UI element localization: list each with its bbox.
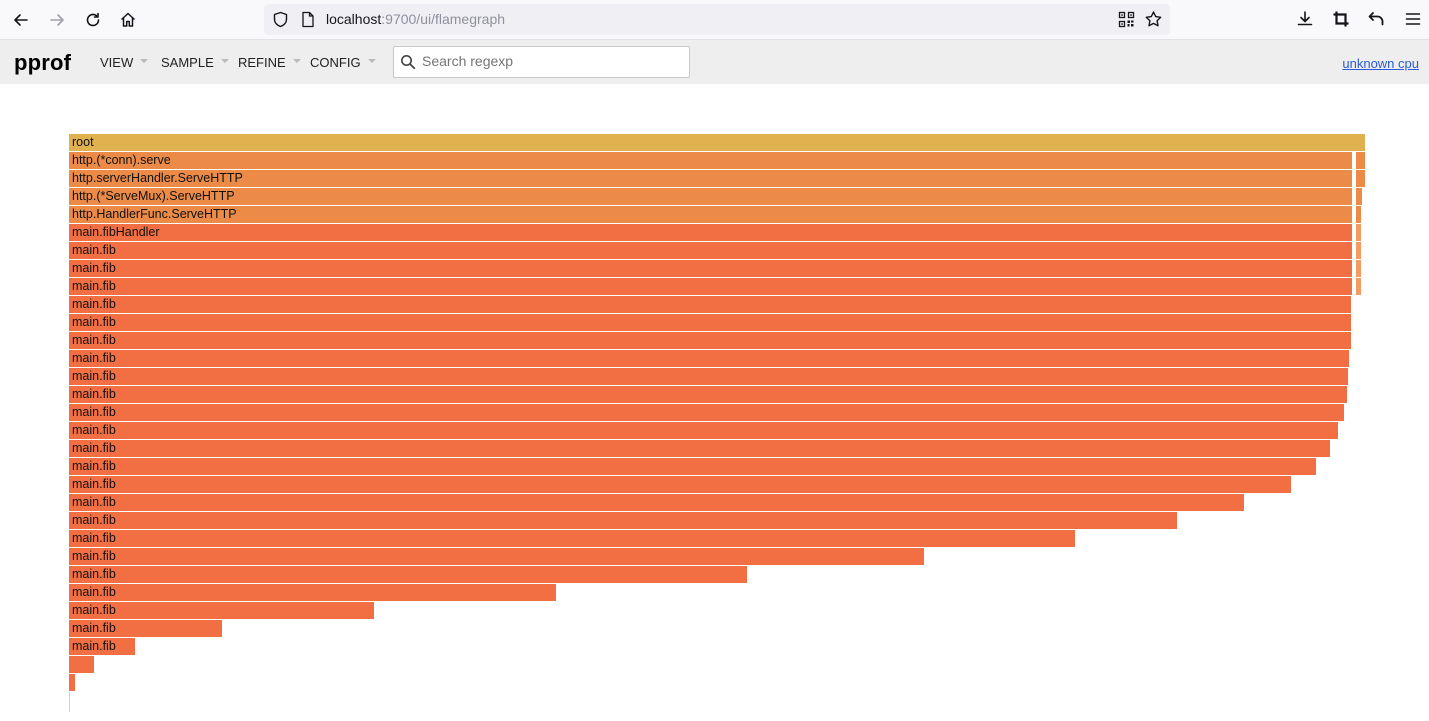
flame-frame[interactable]: main.fib bbox=[69, 566, 747, 583]
flame-frame[interactable]: main.fib bbox=[69, 314, 1351, 331]
flame-frame-unlabeled[interactable] bbox=[1355, 188, 1363, 205]
flame-frame[interactable]: main.fib bbox=[69, 476, 1292, 493]
flame-frame-unlabeled[interactable] bbox=[1355, 152, 1365, 169]
menu-config[interactable]: CONFIG bbox=[310, 55, 376, 70]
caret-down-icon bbox=[367, 59, 376, 63]
forward-button[interactable] bbox=[43, 6, 71, 34]
url-text[interactable]: localhost:9700/ui/flamegraph bbox=[326, 10, 505, 29]
arrow-left-icon bbox=[14, 14, 28, 26]
flame-frame[interactable]: main.fib bbox=[69, 458, 1316, 475]
profile-type-link[interactable]: unknown cpu bbox=[1342, 56, 1419, 71]
flame-frame[interactable]: main.fib bbox=[69, 440, 1330, 457]
flame-frame[interactable]: http.HandlerFunc.ServeHTTP bbox=[69, 206, 1353, 223]
url-host: localhost bbox=[326, 11, 382, 27]
flame-frame-unlabeled[interactable] bbox=[69, 674, 76, 691]
download-icon[interactable] bbox=[1295, 9, 1315, 29]
flame-frame[interactable]: main.fib bbox=[69, 386, 1347, 403]
pprof-header: pprof VIEW SAMPLE REFINE CONFIG unknown … bbox=[0, 40, 1429, 84]
flame-frame[interactable]: root bbox=[69, 134, 1365, 151]
flame-frame-unlabeled[interactable] bbox=[1355, 242, 1362, 259]
caret-down-icon bbox=[292, 59, 301, 63]
flame-frame[interactable]: main.fib bbox=[69, 512, 1178, 529]
flame-frame[interactable]: main.fib bbox=[69, 404, 1345, 421]
caret-down-icon bbox=[220, 59, 229, 63]
home-button[interactable] bbox=[114, 6, 142, 34]
reload-button[interactable] bbox=[79, 6, 107, 34]
flame-frame[interactable]: main.fibHandler bbox=[69, 224, 1353, 241]
flame-frame-unlabeled[interactable] bbox=[1355, 206, 1362, 223]
flame-frame[interactable]: main.fib bbox=[69, 602, 374, 619]
flame-frame[interactable]: main.fib bbox=[69, 620, 222, 637]
flame-frame[interactable]: http.(*ServeMux).ServeHTTP bbox=[69, 188, 1353, 205]
bookmark-star-icon[interactable] bbox=[1144, 10, 1163, 29]
undo-icon[interactable] bbox=[1367, 9, 1387, 29]
home-icon bbox=[120, 12, 136, 27]
menu-config-label: CONFIG bbox=[310, 55, 361, 70]
flame-frame[interactable]: main.fib bbox=[69, 260, 1353, 277]
flame-frame[interactable]: main.fib bbox=[69, 548, 925, 565]
crop-icon[interactable] bbox=[1331, 9, 1351, 29]
flame-frame-unlabeled[interactable] bbox=[69, 656, 94, 673]
menu-refine[interactable]: REFINE bbox=[238, 55, 301, 70]
flame-frame[interactable]: main.fib bbox=[69, 296, 1351, 313]
flame-frame[interactable]: main.fib bbox=[69, 584, 557, 601]
flame-frame-unlabeled[interactable] bbox=[1355, 278, 1362, 295]
flame-frame[interactable]: main.fib bbox=[69, 242, 1353, 259]
menu-view-label: VIEW bbox=[100, 55, 134, 70]
flame-frame-unlabeled[interactable] bbox=[1355, 170, 1365, 187]
hamburger-menu-icon[interactable] bbox=[1403, 9, 1423, 29]
back-button[interactable] bbox=[7, 6, 35, 34]
flame-frame[interactable]: main.fib bbox=[69, 638, 136, 655]
menu-sample-label: SAMPLE bbox=[161, 55, 214, 70]
search-icon bbox=[401, 55, 416, 70]
qr-code-icon[interactable] bbox=[1118, 11, 1135, 28]
shield-icon[interactable] bbox=[272, 11, 289, 28]
flame-frame[interactable]: main.fib bbox=[69, 422, 1338, 439]
flamegraph: root http.(*conn).serve http.serverHandler… bbox=[0, 0, 1429, 721]
flame-frame-unlabeled[interactable] bbox=[1355, 224, 1362, 241]
flame-frame[interactable]: main.fib bbox=[69, 332, 1351, 349]
url-path: :9700/ui/flamegraph bbox=[381, 11, 506, 27]
menu-refine-label: REFINE bbox=[238, 55, 286, 70]
flame-frame-unlabeled[interactable] bbox=[1355, 260, 1362, 277]
caret-down-icon bbox=[140, 59, 149, 63]
menu-view[interactable]: VIEW bbox=[100, 55, 149, 70]
flame-frame[interactable]: main.fib bbox=[69, 494, 1245, 511]
page-icon bbox=[302, 11, 314, 28]
flamegraph-baseline bbox=[69, 692, 70, 712]
flame-frame[interactable]: main.fib bbox=[69, 278, 1353, 295]
search-box[interactable] bbox=[393, 46, 690, 78]
flame-frame[interactable]: http.serverHandler.ServeHTTP bbox=[69, 170, 1353, 187]
flame-frame[interactable]: main.fib bbox=[69, 530, 1075, 547]
flame-frame[interactable]: main.fib bbox=[69, 368, 1349, 385]
address-bar[interactable]: localhost:9700/ui/flamegraph bbox=[264, 4, 1170, 35]
pprof-logo[interactable]: pprof bbox=[14, 50, 71, 76]
flame-frame[interactable]: main.fib bbox=[69, 350, 1350, 367]
browser-toolbar: localhost:9700/ui/flamegraph bbox=[0, 0, 1429, 40]
menu-sample[interactable]: SAMPLE bbox=[161, 55, 229, 70]
search-regexp-input[interactable] bbox=[422, 51, 680, 71]
arrow-right-icon bbox=[50, 14, 64, 26]
reload-icon bbox=[86, 12, 100, 27]
flame-frame[interactable]: http.(*conn).serve bbox=[69, 152, 1353, 169]
